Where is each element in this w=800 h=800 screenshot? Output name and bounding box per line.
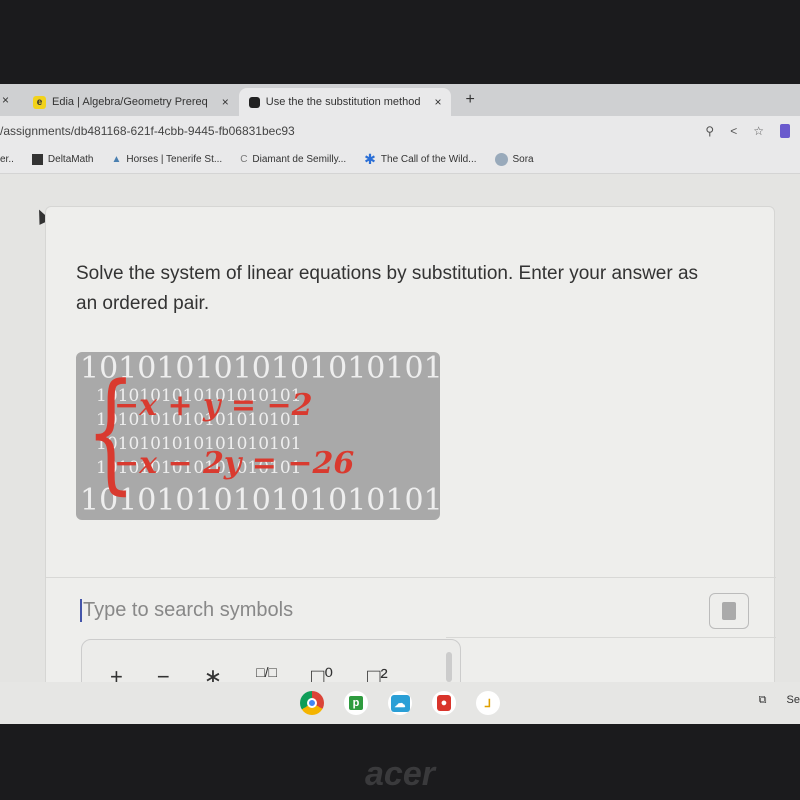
screen: × e Edia | Algebra/Geometry Prereq × Use…: [0, 84, 800, 724]
symbol-search-input[interactable]: Type to search symbols: [80, 599, 293, 622]
equation-2: −x − 2y = −26: [114, 446, 355, 481]
url-text[interactable]: /assignments/db481168-621f-4cbb-9445-fb0…: [0, 124, 295, 138]
bookmarks-bar: er.. DeltaMath ▲ Horses | Tenerife St... …: [0, 146, 800, 174]
zoom-icon[interactable]: ⚲: [705, 124, 714, 138]
question-text: Solve the system of linear equations by …: [76, 263, 699, 314]
divider: [46, 577, 776, 578]
question-card: Solve the system of linear equations by …: [45, 206, 776, 724]
bookmark-call-of-the-wild[interactable]: ✱ The Call of the Wild...: [364, 151, 476, 168]
acer-logo: acer: [365, 755, 435, 793]
deltamath-icon: [31, 154, 43, 165]
horse-icon: ▲: [111, 154, 122, 165]
cloud-app-icon[interactable]: ☁: [388, 691, 412, 715]
extension-icon[interactable]: [780, 124, 790, 138]
asterisk-icon: ✱: [364, 151, 376, 167]
tab-substitution[interactable]: Use the the substitution method ×: [238, 88, 452, 116]
tab-label: Use the the substitution method: [265, 96, 421, 108]
close-icon[interactable]: ×: [2, 93, 9, 107]
shelf-label: Se: [786, 694, 800, 706]
close-icon[interactable]: ×: [222, 95, 229, 109]
tab-label: Edia | Algebra/Geometry Prereq: [52, 96, 208, 108]
edia-icon: e: [33, 95, 47, 109]
screenshot-icon[interactable]: ⧉: [759, 694, 767, 707]
bookmark-horses[interactable]: ▲ Horses | Tenerife St...: [111, 154, 222, 165]
equation-1: −x + y = −2: [114, 388, 313, 423]
calculator-button[interactable]: [709, 593, 749, 629]
screen-recorder-icon[interactable]: ●: [432, 691, 456, 715]
palette-scrollbar[interactable]: [446, 652, 452, 682]
address-bar[interactable]: /assignments/db481168-621f-4cbb-9445-fb0…: [0, 116, 800, 146]
page-icon: [248, 96, 260, 108]
app-p-icon[interactable]: p: [344, 691, 368, 715]
calculator-icon: [722, 602, 736, 620]
bookmark-deltamath[interactable]: DeltaMath: [31, 154, 93, 165]
share-icon[interactable]: <: [730, 124, 737, 138]
equation-image: 1010101010101010101 1010101010101010101 …: [76, 352, 440, 520]
close-icon[interactable]: ×: [434, 95, 441, 109]
new-tab-button[interactable]: +: [465, 91, 474, 109]
sora-icon: [494, 153, 508, 166]
stylus-app-icon[interactable]: ⅃: [476, 691, 500, 715]
bookmark[interactable]: er..: [0, 154, 14, 165]
bookmark-sora[interactable]: Sora: [494, 153, 534, 166]
site-icon: C: [240, 154, 248, 165]
tab-bar: × e Edia | Algebra/Geometry Prereq × Use…: [0, 84, 800, 116]
bookmark-diamant[interactable]: C Diamant de Semilly...: [240, 154, 346, 165]
tab-edia[interactable]: e Edia | Algebra/Geometry Prereq ×: [23, 88, 239, 116]
chrome-icon[interactable]: [300, 691, 324, 715]
star-icon[interactable]: ☆: [753, 124, 764, 138]
taskbar-shelf: p ☁ ● ⅃ ⧉ Se: [0, 682, 800, 724]
divider: [446, 637, 776, 638]
